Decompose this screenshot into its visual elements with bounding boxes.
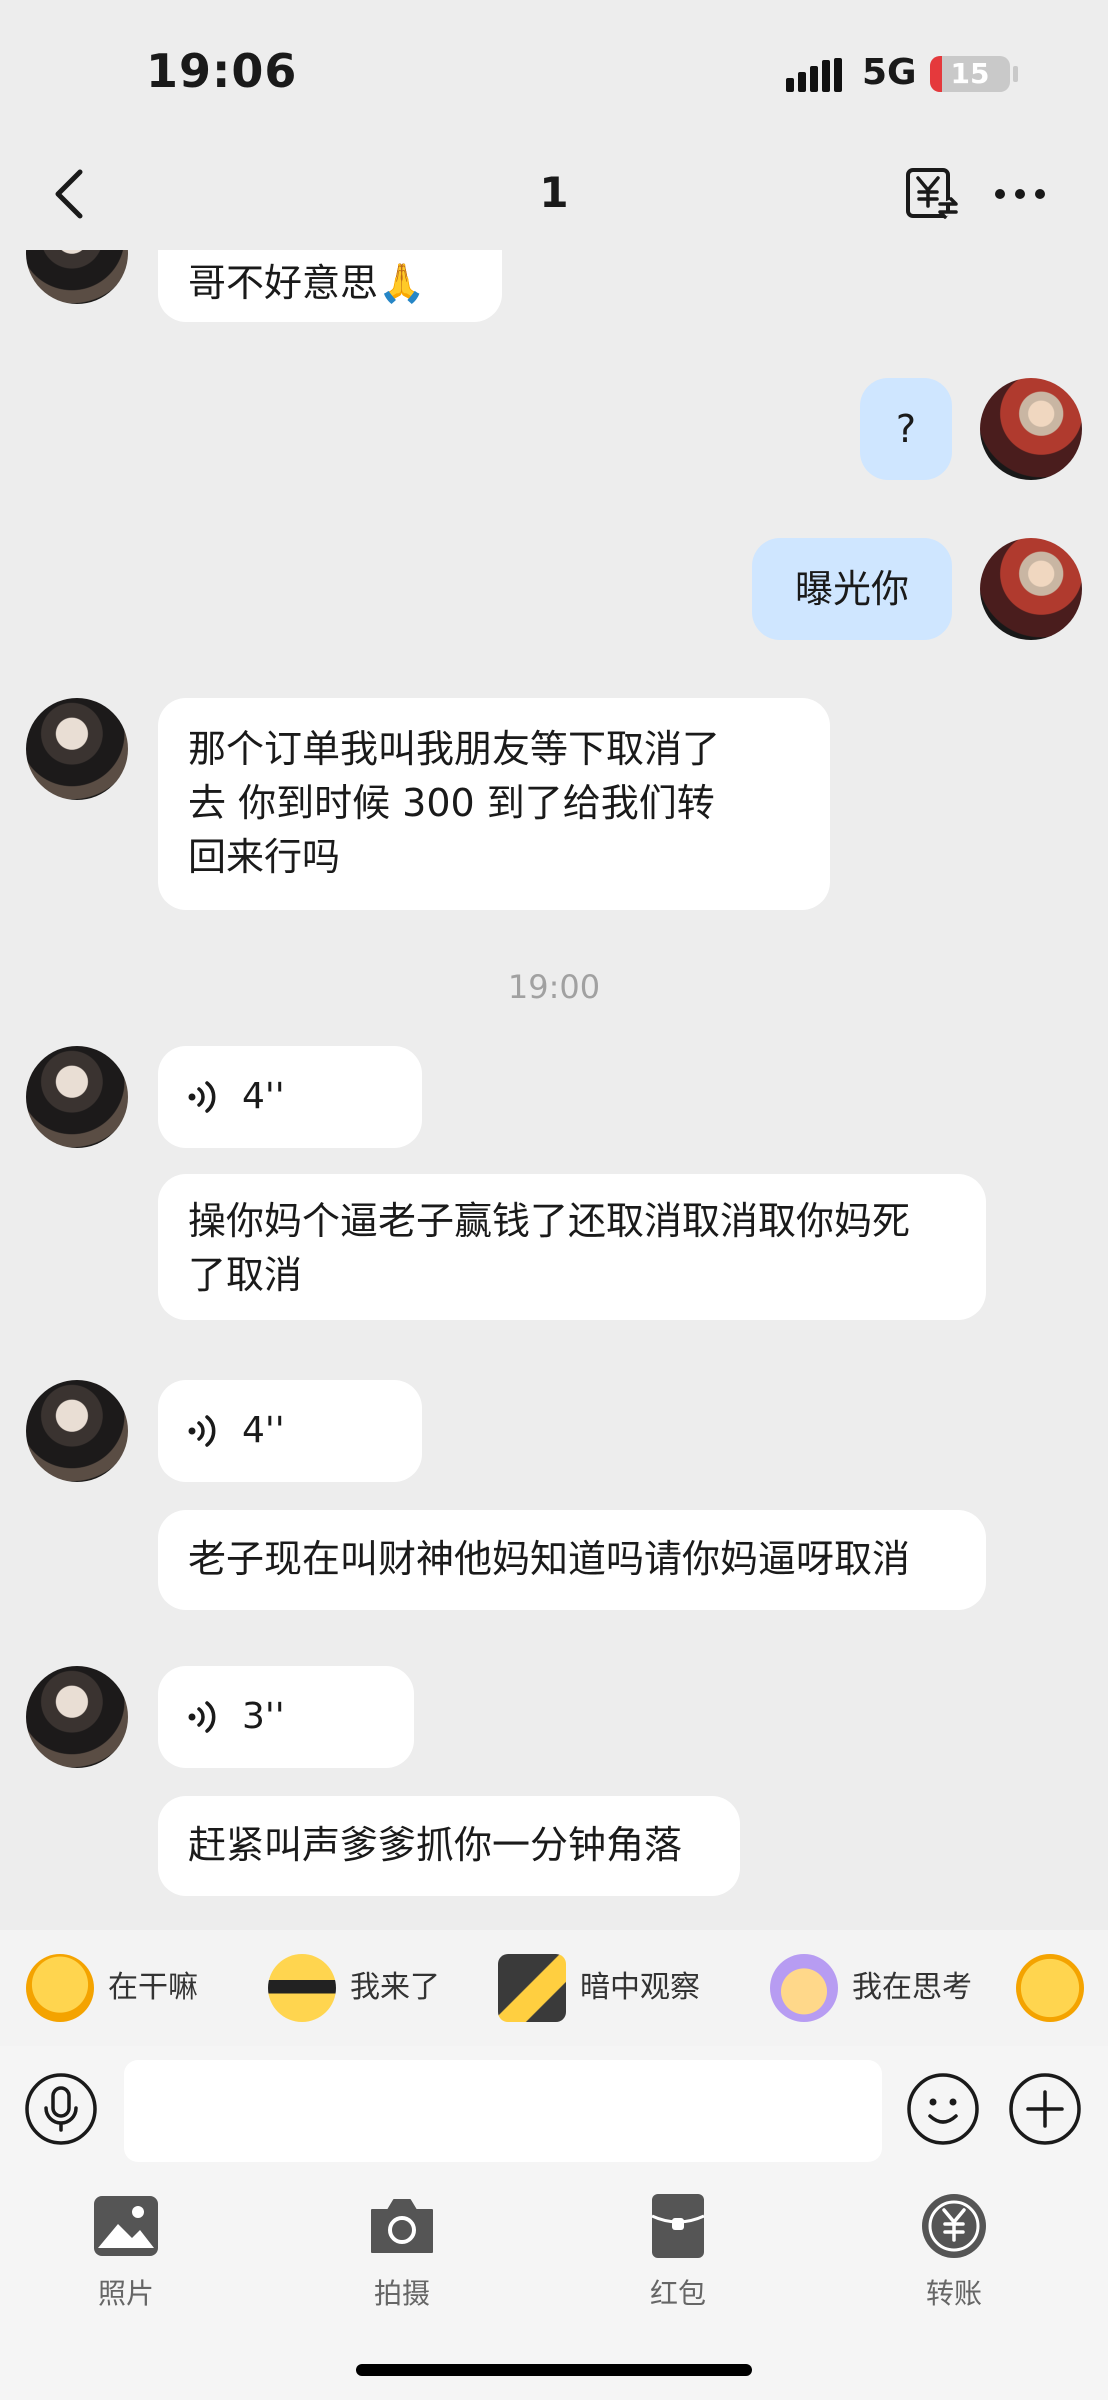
shocked-emoji-icon xyxy=(1016,1954,1084,2022)
sticker-suggestions: 在干嘛 我来了 暗中观察 我在思考 xyxy=(0,1930,1108,2046)
status-bar: 19:06 5G 15 xyxy=(0,0,1108,140)
battery-indicator: 15 xyxy=(930,56,1010,92)
thinking-emoji-icon xyxy=(770,1954,838,2022)
my-message-bubble[interactable]: 曝光你 xyxy=(752,538,952,640)
message-input[interactable] xyxy=(124,2060,882,2162)
sticker-suggestion[interactable]: 我来了 xyxy=(254,1944,466,2032)
message-text: 老子现在叫财神他妈知道吗请你妈逼呀取消 xyxy=(188,1537,911,1581)
sticker-suggestion[interactable]: 我在思考 xyxy=(756,1944,982,2032)
input-bar xyxy=(0,2046,1108,2190)
voice-input-icon[interactable] xyxy=(24,2072,98,2146)
message-text: 赶紧叫声爹爹抓你一分钟角落 xyxy=(188,1823,683,1867)
camera-icon xyxy=(371,2199,433,2253)
message-bubble[interactable]: 哥不好意思🙏 xyxy=(158,250,502,322)
voice-message[interactable]: 3'' xyxy=(158,1666,414,1768)
contact-avatar[interactable] xyxy=(26,1666,128,1768)
message-line: 操你妈个逼老子赢钱了还取消取消取你妈死 xyxy=(188,1199,911,1243)
panel-item-transfer[interactable]: 转账 xyxy=(874,2192,1034,2312)
panel-item-camera[interactable]: 拍摄 xyxy=(322,2192,482,2312)
panel-item-label: 照片 xyxy=(97,2277,154,2310)
message-line: 那个订单我叫我朋友等下取消了 xyxy=(188,727,721,771)
voice-wave-icon xyxy=(188,1081,216,1113)
message-line: 回来行吗 xyxy=(188,835,341,879)
peek-emoji-icon xyxy=(498,1954,566,2022)
network-type: 5G xyxy=(862,52,917,93)
battery-level: 15 xyxy=(950,57,990,90)
chat-messages[interactable]: 哥不好意思🙏 ? 曝光你 那个订单我叫我朋友等下取消了 去 你到时候 300 到… xyxy=(0,250,1108,1930)
sticker-label: 暗中观察 xyxy=(580,1970,700,2005)
chat-header: 1 xyxy=(0,140,1108,250)
my-avatar[interactable] xyxy=(980,538,1082,640)
chat-title: 1 xyxy=(539,168,569,217)
voice-duration: 3'' xyxy=(242,1696,285,1737)
transfer-icon xyxy=(922,2194,986,2258)
my-message-bubble[interactable]: ? xyxy=(860,378,952,480)
contact-avatar[interactable] xyxy=(26,1046,128,1148)
message-bubble[interactable]: 老子现在叫财神他妈知道吗请你妈逼呀取消 xyxy=(158,1510,986,1610)
action-panel: 照片 拍摄 红包 转账 xyxy=(0,2190,1108,2400)
message-bubble[interactable]: 赶紧叫声爹爹抓你一分钟角落 xyxy=(158,1796,740,1896)
home-indicator xyxy=(356,2364,752,2376)
sticker-suggestion[interactable]: 暗中观察 xyxy=(484,1944,738,2032)
panel-item-red-packet[interactable]: 红包 xyxy=(598,2192,758,2312)
panel-item-label: 转账 xyxy=(925,2277,982,2310)
message-bubble[interactable]: 操你妈个逼老子赢钱了还取消取消取你妈死 了取消 xyxy=(158,1174,986,1320)
contact-avatar[interactable] xyxy=(26,250,128,304)
sticker-suggestion[interactable] xyxy=(1002,1944,1108,2032)
message-timestamp: 19:00 xyxy=(507,968,601,1006)
voice-wave-icon xyxy=(188,1701,216,1733)
battery-tip xyxy=(1013,66,1018,82)
more-dots-icon[interactable] xyxy=(992,180,1048,208)
contact-avatar[interactable] xyxy=(26,1380,128,1482)
message-text: ? xyxy=(895,407,917,451)
chevron-left-icon[interactable] xyxy=(40,164,100,224)
voice-duration: 4'' xyxy=(242,1410,285,1451)
message-bubble[interactable]: 那个订单我叫我朋友等下取消了 去 你到时候 300 到了给我们转 回来行吗 xyxy=(158,698,830,910)
sunglasses-emoji-icon xyxy=(268,1954,336,2022)
panel-item-label: 拍摄 xyxy=(373,2277,430,2310)
voice-wave-icon xyxy=(188,1415,216,1447)
voice-message[interactable]: 4'' xyxy=(158,1046,422,1148)
sticker-label: 我来了 xyxy=(350,1970,440,2005)
sticker-label: 在干嘛 xyxy=(108,1970,198,2005)
panel-item-photo[interactable]: 照片 xyxy=(46,2192,206,2312)
plus-icon[interactable] xyxy=(1008,2072,1082,2146)
yuan-exchange-icon[interactable] xyxy=(904,166,960,222)
sticker-emoji-icon xyxy=(26,1954,94,2022)
emoji-icon[interactable] xyxy=(906,2072,980,2146)
message-line: 去 你到时候 300 到了给我们转 xyxy=(188,781,715,825)
contact-avatar[interactable] xyxy=(26,698,128,800)
sticker-label: 我在思考 xyxy=(852,1970,972,2005)
my-avatar[interactable] xyxy=(980,378,1082,480)
sticker-suggestion[interactable]: 在干嘛 xyxy=(12,1944,238,2032)
panel-item-label: 红包 xyxy=(649,2277,706,2310)
signal-icon xyxy=(786,58,842,92)
red-packet-icon xyxy=(651,2194,705,2258)
voice-message[interactable]: 4'' xyxy=(158,1380,422,1482)
voice-duration: 4'' xyxy=(242,1076,285,1117)
status-time: 19:06 xyxy=(146,44,298,98)
message-text: 曝光你 xyxy=(794,567,909,611)
message-text: 哥不好意思🙏 xyxy=(188,261,426,305)
photo-icon xyxy=(94,2196,158,2256)
message-line: 了取消 xyxy=(188,1253,303,1297)
